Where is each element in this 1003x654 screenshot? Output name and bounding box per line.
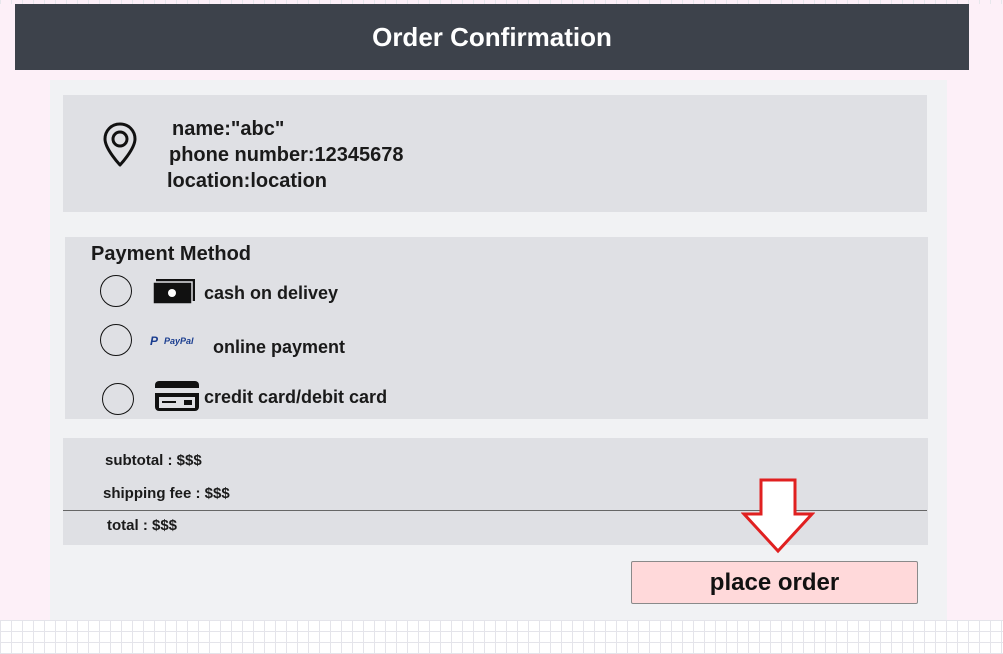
place-order-button[interactable]: place order bbox=[631, 561, 918, 604]
page-title: Order Confirmation bbox=[372, 21, 612, 52]
total-line: total : $$$ bbox=[107, 517, 178, 534]
svg-text:P: P bbox=[150, 334, 159, 348]
credit-card-icon bbox=[155, 381, 199, 411]
page-header: Order Confirmation bbox=[15, 4, 969, 70]
location-pin-icon bbox=[103, 122, 137, 167]
cash-icon bbox=[153, 279, 195, 305]
recipient-location: location:location bbox=[167, 170, 327, 192]
cash-on-delivery-label[interactable]: cash on delivey bbox=[204, 283, 338, 304]
recipient-phone: phone number:12345678 bbox=[169, 144, 404, 166]
bottom-grid-strip bbox=[0, 620, 1003, 654]
radio-cash-on-delivery[interactable] bbox=[100, 275, 132, 307]
credit-debit-card-label[interactable]: credit card/debit card bbox=[204, 387, 387, 408]
recipient-name: name:"abc" bbox=[172, 118, 285, 140]
payment-method-title: Payment Method bbox=[91, 243, 252, 265]
subtotal-line: subtotal : $$$ bbox=[105, 452, 202, 469]
shipping-fee-line: shipping fee : $$$ bbox=[103, 485, 230, 502]
paypal-icon: P PayPal bbox=[150, 334, 194, 348]
down-arrow-icon bbox=[741, 478, 815, 554]
radio-credit-debit-card[interactable] bbox=[102, 383, 134, 415]
online-payment-label[interactable]: online payment bbox=[213, 337, 345, 358]
svg-text:PayPal: PayPal bbox=[164, 336, 194, 346]
radio-online-payment[interactable] bbox=[100, 324, 132, 356]
